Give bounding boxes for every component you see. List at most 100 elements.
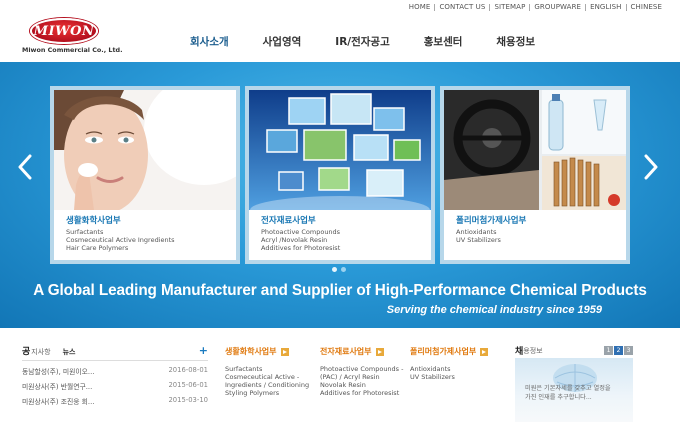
prev-slide-button[interactable] (18, 154, 32, 180)
news-header: 공 지사항 뉴스 + (22, 344, 208, 361)
more-news-button[interactable]: + (199, 345, 208, 356)
business-line: Novolak Resin (320, 381, 366, 389)
recruit-text: 미원은 기본자세를 갖추고 열정을 가진 인재를 추구합니다... (525, 384, 611, 402)
logo-text: MIWON (33, 23, 95, 39)
business-link-desc: Antioxidants UV Stabilizers (410, 365, 488, 381)
business-link-desc: Surfactants Cosmeceutical Active - Ingre… (225, 365, 309, 397)
company-name: Miwon Commercial Co., Ltd. (22, 46, 123, 54)
card-line: Surfactants (66, 228, 104, 236)
business-link-polymer[interactable]: 폴리머첨가제사업부 Antioxidants UV Stabilizers (410, 346, 489, 381)
news-item[interactable]: 미원상사(주) 조진웅 회... 2015-03-10 (22, 396, 208, 406)
nav-ir[interactable]: IR/전자공고 (335, 34, 389, 49)
business-card-household[interactable]: 생활화학사업부 Surfactants Cosmeceutical Active… (50, 86, 240, 264)
next-slide-button[interactable] (644, 154, 658, 180)
chevron-right-icon (644, 154, 658, 180)
recruit-header: 채 용정보 1 2 3 (515, 344, 633, 357)
business-link-household[interactable]: 생활화학사업부 Surfactants Cosmeceutical Active… (225, 346, 309, 397)
recruit-title-initial: 채 (515, 347, 524, 357)
business-line: Styling Polymers (225, 389, 280, 397)
business-title-text: 폴리머첨가제사업부 (410, 347, 477, 356)
cosmetics-photo (54, 90, 236, 210)
arrow-right-icon (375, 347, 384, 356)
news-item-date: 2016-08-01 (168, 366, 208, 374)
chevron-left-icon (18, 154, 32, 180)
nav-business[interactable]: 사업영역 (263, 34, 302, 49)
business-line: (PAC) / Acryl Resin (320, 373, 380, 381)
recruit-page-button[interactable]: 2 (614, 346, 623, 355)
nav-recruit[interactable]: 채용정보 (496, 34, 535, 49)
card-description: Surfactants Cosmeceutical Active Ingredi… (66, 228, 175, 252)
util-link-sitemap[interactable]: SITEMAP (494, 3, 525, 11)
recruit-page-button[interactable]: 3 (624, 346, 633, 355)
business-line: Cosmeceutical Active - (225, 373, 300, 381)
business-title-text: 전자재료사업부 (320, 347, 372, 356)
recruit-pager: 1 2 3 (603, 346, 633, 355)
news-item-date: 2015-06-01 (168, 381, 208, 389)
notice-tab-initial[interactable]: 공 (22, 344, 30, 357)
util-link-chinese[interactable]: CHINESE (631, 3, 662, 11)
business-line: Photoactive Compounds - (320, 365, 404, 373)
card-line: Acryl /Novolak Resin (261, 236, 328, 244)
business-title-text: 생활화학사업부 (225, 347, 277, 356)
news-item-title[interactable]: 미원상사(주) 반월연구... (22, 381, 92, 391)
business-link-electronic[interactable]: 전자재료사업부 Photoactive Compounds - (PAC) / … (320, 346, 403, 397)
card-line: UV Stabilizers (456, 236, 501, 244)
arrow-right-icon (480, 347, 489, 356)
electronic-materials-photo (249, 90, 431, 210)
recruit-panel: 채 용정보 1 2 3 미원은 기본자세를 갖추고 열정을 가진 인재를 추구합니… (515, 344, 633, 422)
slide-dot[interactable] (341, 267, 346, 272)
news-item-title[interactable]: 동남할성(주), 미원이오... (22, 366, 94, 376)
bottom-section: 공 지사항 뉴스 + 동남할성(주), 미원이오... 2016-08-01 미원… (0, 328, 680, 428)
logo-emblem: MIWON (30, 18, 98, 44)
news-item-date: 2015-03-10 (168, 396, 208, 404)
card-title: 폴리머첨가제사업부 (456, 216, 527, 226)
card-title: 전자재료사업부 (261, 216, 316, 226)
recruit-title: 용정보 (523, 346, 543, 355)
nav-pr[interactable]: 홍보센터 (424, 34, 463, 49)
polymer-additives-photo (444, 90, 626, 210)
main-nav: 회사소개 사업영역 IR/전자공고 홍보센터 채용정보 (190, 34, 569, 49)
logo[interactable]: MIWON Miwon Commercial Co., Ltd. (22, 18, 123, 56)
card-title: 생활화학사업부 (66, 216, 121, 226)
nav-company[interactable]: 회사소개 (190, 34, 229, 49)
util-link-groupware[interactable]: GROUPWARE (534, 3, 581, 11)
slide-dot[interactable] (332, 267, 337, 272)
util-link-english[interactable]: ENGLISH (590, 3, 621, 11)
business-line: Additives for Photoresist (320, 389, 400, 397)
business-link-desc: Photoactive Compounds - (PAC) / Acryl Re… (320, 365, 403, 397)
utility-links: HOME CONTACT US SITEMAP GROUPWARE ENGLIS… (409, 3, 662, 11)
site-header: HOME CONTACT US SITEMAP GROUPWARE ENGLIS… (0, 0, 680, 62)
business-card-polymer[interactable]: 폴리머첨가제사업부 Antioxidants UV Stabilizers (440, 86, 630, 264)
card-line: Hair Care Polymers (66, 244, 129, 252)
business-link-title[interactable]: 전자재료사업부 (320, 346, 403, 357)
arrow-right-icon (280, 347, 289, 356)
news-item[interactable]: 미원상사(주) 반월연구... 2015-06-01 (22, 381, 208, 391)
recruit-line: 미원은 기본자세를 갖추고 열정을 (525, 385, 611, 392)
hero-banner: 생활화학사업부 Surfactants Cosmeceutical Active… (0, 62, 680, 328)
business-card-electronic[interactable]: 전자재료사업부 Photoactive Compounds Acryl /Nov… (245, 86, 435, 264)
card-line: Photoactive Compounds (261, 228, 341, 236)
util-link-contact[interactable]: CONTACT US (439, 3, 485, 11)
util-link-home[interactable]: HOME (409, 3, 431, 11)
business-line: UV Stabilizers (410, 373, 455, 381)
news-tab[interactable]: 뉴스 (63, 347, 76, 357)
business-line: Surfactants (225, 365, 263, 373)
news-item[interactable]: 동남할성(주), 미원이오... 2016-08-01 (22, 366, 208, 376)
business-line: Ingredients / Conditioning (225, 381, 310, 389)
business-link-title[interactable]: 폴리머첨가제사업부 (410, 346, 489, 357)
hero-headline: A Global Leading Manufacturer and Suppli… (33, 282, 647, 299)
divider (625, 3, 627, 11)
news-panel: 공 지사항 뉴스 + 동남할성(주), 미원이오... 2016-08-01 미원… (22, 344, 208, 406)
hero-tagline: Serving the chemical industry since 1959 (386, 304, 602, 316)
card-line: Additives for Photoresist (261, 244, 341, 252)
divider (529, 3, 531, 11)
recruit-page-button[interactable]: 1 (604, 346, 613, 355)
recruit-banner[interactable]: 미원은 기본자세를 갖추고 열정을 가진 인재를 추구합니다... (515, 358, 633, 422)
slide-pagination (332, 267, 350, 272)
divider (489, 3, 491, 11)
divider (585, 3, 587, 11)
notice-tab[interactable]: 지사항 (31, 347, 50, 357)
news-item-title[interactable]: 미원상사(주) 조진웅 회... (22, 396, 94, 406)
business-link-title[interactable]: 생활화학사업부 (225, 346, 309, 357)
divider (434, 3, 436, 11)
